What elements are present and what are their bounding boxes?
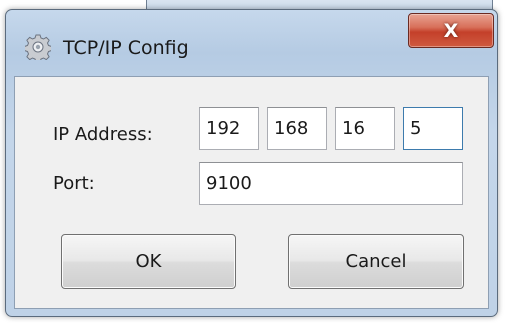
ok-button[interactable]: OK [61, 234, 236, 289]
ip-octet-1-input[interactable]: 192 [199, 107, 259, 150]
port-label: Port: [53, 173, 95, 194]
ip-address-label: IP Address: [53, 124, 153, 145]
close-icon: X [443, 19, 459, 42]
window-title: TCP/IP Config [63, 37, 189, 59]
cancel-button[interactable]: Cancel [288, 234, 464, 289]
title-bar[interactable]: TCP/IP Config X [6, 10, 497, 76]
tcpip-config-dialog: TCP/IP Config X IP Address: 192 168 16 5… [5, 9, 498, 317]
ip-octet-2-input[interactable]: 168 [267, 107, 327, 150]
ip-octet-4-input[interactable]: 5 [403, 107, 463, 150]
gear-icon [24, 34, 52, 63]
dialog-body: IP Address: 192 168 16 5 Port: 9100 OK C… [14, 76, 489, 309]
close-button[interactable]: X [408, 13, 494, 48]
ip-octet-3-input[interactable]: 16 [335, 107, 395, 150]
port-input[interactable]: 9100 [199, 162, 463, 205]
